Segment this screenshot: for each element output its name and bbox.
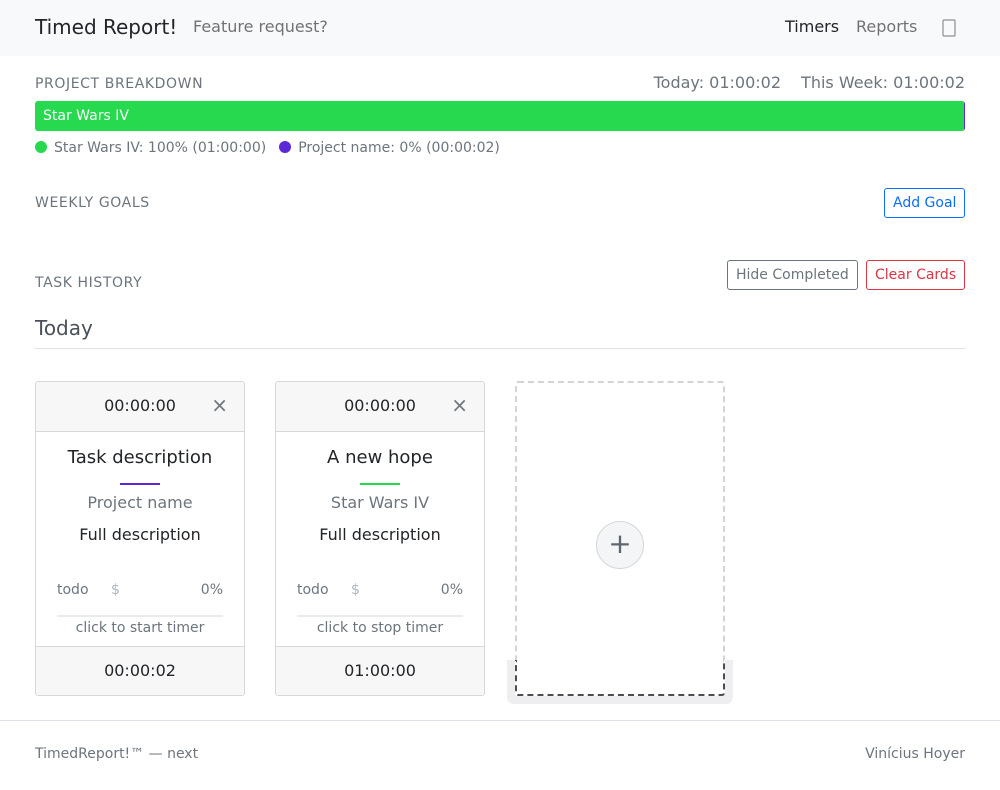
card-header: 00:00:00 × bbox=[276, 382, 484, 432]
progress-percent: 0% bbox=[200, 582, 223, 598]
breakdown-legend: Star Wars IV: 100% (01:00:00) Project nam… bbox=[35, 140, 513, 156]
project-breakdown-label: PROJECT BREAKDOWN bbox=[35, 76, 204, 92]
legend-label: Star Wars IV: 100% (01:00:00) bbox=[54, 140, 267, 156]
card-header: 00:00:00 × bbox=[36, 382, 244, 432]
card-footer: 01:00:00 bbox=[276, 646, 484, 695]
progress-bar bbox=[297, 615, 463, 617]
dollar-icon: $ bbox=[111, 582, 120, 598]
status-badge: todo bbox=[57, 582, 89, 598]
start-timer-hint[interactable]: click to start timer bbox=[36, 620, 244, 636]
card-project: Star Wars IV bbox=[330, 493, 430, 512]
add-task-card-edge bbox=[515, 660, 725, 696]
close-icon[interactable]: × bbox=[451, 394, 468, 416]
card-description: Full description bbox=[79, 525, 201, 544]
breakdown-segment bbox=[964, 101, 965, 131]
week-total: This Week: 01:00:02 bbox=[801, 73, 965, 92]
card-title: A new hope bbox=[327, 447, 433, 468]
legend-dot-icon bbox=[35, 141, 47, 153]
task-card[interactable]: 00:00:00 × Task description Project name… bbox=[35, 381, 245, 696]
clear-cards-button[interactable]: Clear Cards bbox=[866, 260, 966, 290]
task-history-label: TASK HISTORY bbox=[35, 275, 143, 291]
nav-item-reports[interactable]: Reports bbox=[856, 17, 917, 36]
feature-request-link[interactable]: Feature request? bbox=[193, 17, 328, 36]
weekly-goals-label: WEEKLY GOALS bbox=[35, 195, 150, 211]
nav-item-timers[interactable]: Timers bbox=[785, 17, 839, 36]
legend-item: Project name: 0% (00:00:02) bbox=[279, 140, 500, 156]
footer-divider bbox=[0, 720, 1000, 721]
progress-percent: 0% bbox=[440, 582, 463, 598]
legend-label: Project name: 0% (00:00:02) bbox=[298, 140, 500, 156]
card-description: Full description bbox=[319, 525, 441, 544]
card-project: Project name bbox=[87, 493, 193, 512]
navbar: Timed Report! Feature request? Timers Re… bbox=[0, 0, 1000, 56]
card-total-time: 00:00:02 bbox=[104, 661, 176, 680]
dollar-icon: $ bbox=[351, 582, 360, 598]
footer-brand: TimedReport!™ — next bbox=[35, 746, 199, 762]
card-title: Task description bbox=[67, 447, 213, 468]
divider bbox=[35, 348, 965, 349]
brand-title[interactable]: Timed Report! bbox=[35, 15, 177, 39]
today-total: Today: 01:00:02 bbox=[653, 73, 782, 92]
hide-completed-button[interactable]: Hide Completed bbox=[727, 260, 858, 290]
project-color-line bbox=[120, 483, 160, 485]
stop-timer-hint[interactable]: click to stop timer bbox=[276, 620, 484, 636]
card-footer: 00:00:02 bbox=[36, 646, 244, 695]
add-goal-button[interactable]: Add Goal bbox=[884, 188, 966, 218]
plus-icon[interactable]: + bbox=[596, 521, 644, 569]
legend-item: Star Wars IV: 100% (01:00:00) bbox=[35, 140, 266, 156]
footer-author[interactable]: Vinícius Hoyer bbox=[865, 746, 965, 762]
progress-bar bbox=[57, 615, 223, 617]
project-color-line bbox=[360, 483, 400, 485]
user-icon[interactable] bbox=[940, 17, 958, 39]
task-card[interactable]: 00:00:00 × A new hope Star Wars IV Full … bbox=[275, 381, 485, 696]
breakdown-segment: Star Wars IV bbox=[35, 101, 965, 131]
card-total-time: 01:00:00 bbox=[344, 661, 416, 680]
close-icon[interactable]: × bbox=[211, 394, 228, 416]
day-title: Today bbox=[35, 316, 93, 340]
legend-dot-icon bbox=[279, 141, 292, 153]
project-breakdown-bar: Star Wars IV bbox=[35, 101, 965, 131]
time-totals: Today: 01:00:02 This Week: 01:00:02 bbox=[654, 73, 965, 92]
status-badge: todo bbox=[297, 582, 329, 598]
